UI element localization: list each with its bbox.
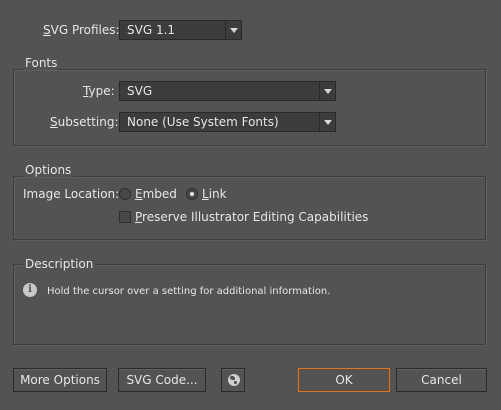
subsetting-label-mnemonic: S <box>50 115 58 129</box>
more-options-button[interactable]: More Options <box>13 368 107 392</box>
image-location-label: Image Location: <box>23 187 120 201</box>
svg-profiles-label: SVG Profiles: <box>43 23 120 37</box>
cancel-button[interactable]: Cancel <box>396 368 487 392</box>
preserve-editing-checkbox[interactable] <box>119 211 131 223</box>
embed-radio-label[interactable]: Embed <box>135 187 177 201</box>
font-type-label-text: ype: <box>88 84 115 98</box>
globe-icon <box>228 374 240 386</box>
chevron-down-icon <box>319 113 335 131</box>
link-radio[interactable] <box>186 188 198 200</box>
chevron-down-icon <box>319 82 335 100</box>
svg-profiles-label-text: VG Profiles: <box>50 23 120 37</box>
svg-profiles-value: SVG 1.1 <box>127 23 176 37</box>
svg-profiles-label-mnemonic: S <box>43 23 51 37</box>
embed-label-text: mbed <box>142 187 177 201</box>
link-label-text: ink <box>208 187 227 201</box>
options-group <box>13 176 486 240</box>
web-preview-button[interactable] <box>221 368 245 392</box>
subsetting-dropdown[interactable]: None (Use System Fonts) <box>119 112 336 132</box>
description-group <box>13 264 486 345</box>
chevron-down-icon <box>225 21 241 39</box>
info-icon: i <box>23 283 37 297</box>
preserve-label-text: reserve Illustrator Editing Capabilities <box>142 210 369 224</box>
subsetting-value: None (Use System Fonts) <box>127 115 279 129</box>
fonts-group-title: Fonts <box>23 56 60 70</box>
preserve-editing-label[interactable]: Preserve Illustrator Editing Capabilitie… <box>135 210 368 224</box>
embed-radio[interactable] <box>119 188 131 200</box>
ok-button[interactable]: OK <box>298 368 390 392</box>
description-text: Hold the cursor over a setting for addit… <box>47 286 331 297</box>
font-type-label: Type: <box>83 84 115 98</box>
description-group-title: Description <box>23 257 96 271</box>
link-label-mnemonic: L <box>202 187 209 201</box>
options-group-title: Options <box>23 163 74 177</box>
link-radio-label[interactable]: Link <box>202 187 227 201</box>
font-type-dropdown[interactable]: SVG <box>119 81 336 101</box>
svg-profiles-dropdown[interactable]: SVG 1.1 <box>119 20 242 40</box>
svg-code-button[interactable]: SVG Code... <box>118 368 206 392</box>
font-type-value: SVG <box>127 84 153 98</box>
preserve-label-mnemonic: P <box>135 210 143 224</box>
subsetting-label: Subsetting: <box>50 115 119 129</box>
embed-label-mnemonic: E <box>135 187 143 201</box>
subsetting-label-text: ubsetting: <box>57 115 119 129</box>
